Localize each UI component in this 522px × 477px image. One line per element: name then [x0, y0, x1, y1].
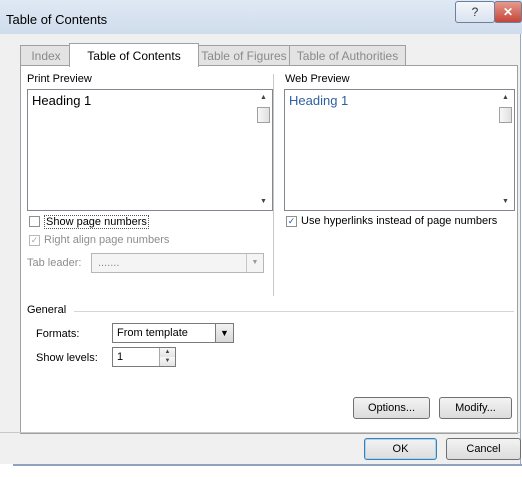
show-page-numbers-checkbox[interactable]: [29, 216, 40, 227]
spin-down-icon[interactable]: ▼: [159, 357, 175, 366]
column-divider: [273, 74, 274, 296]
help-icon: ?: [471, 5, 479, 19]
show-levels-spinner[interactable]: 1 ▲ ▼: [112, 347, 176, 367]
web-preview-label: Web Preview: [285, 73, 350, 85]
scroll-up-icon[interactable]: ▲: [260, 94, 267, 101]
use-hyperlinks-label[interactable]: Use hyperlinks instead of page numbers: [301, 215, 497, 227]
print-preview-heading: Heading 1: [32, 93, 92, 108]
spin-up-icon[interactable]: ▲: [159, 348, 175, 357]
scroll-up-icon[interactable]: ▲: [502, 94, 509, 101]
tab-leader-value: .......: [98, 257, 120, 269]
tab-table-of-figures[interactable]: Table of Figures: [197, 45, 291, 66]
window-title: Table of Contents: [6, 12, 108, 27]
scroll-thumb[interactable]: [499, 107, 512, 123]
footer-divider: [0, 432, 520, 433]
web-preview-heading[interactable]: Heading 1: [289, 93, 348, 108]
tab-table-of-authorities[interactable]: Table of Authorities: [289, 45, 406, 66]
general-section-label: General: [27, 304, 67, 316]
web-preview-box: Heading 1 ▲ ▼: [284, 89, 515, 211]
show-page-numbers-label[interactable]: Show page numbers: [44, 215, 149, 229]
title-bar: Table of Contents ? ✕: [0, 0, 522, 34]
cancel-button[interactable]: Cancel: [446, 438, 521, 460]
check-icon: ✓: [30, 235, 39, 245]
formats-label: Formats:: [36, 328, 80, 340]
tab-leader-label: Tab leader:: [27, 257, 82, 269]
help-button[interactable]: ?: [455, 1, 495, 23]
show-levels-value: 1: [117, 351, 124, 363]
options-button[interactable]: Options...: [353, 397, 430, 419]
check-icon: ✓: [287, 216, 296, 226]
right-align-label: Right align page numbers: [44, 234, 170, 246]
ok-button[interactable]: OK: [364, 438, 437, 460]
show-levels-label: Show levels:: [36, 352, 98, 364]
print-preview-box: Heading 1 ▲ ▼: [27, 89, 273, 211]
tab-table-of-contents[interactable]: Table of Contents: [69, 43, 199, 67]
web-preview-scrollbar[interactable]: ▲ ▼: [498, 90, 514, 210]
tab-index[interactable]: Index: [20, 45, 72, 66]
chevron-down-icon: ▼: [246, 254, 263, 272]
use-hyperlinks-checkbox[interactable]: ✓: [286, 216, 297, 227]
print-preview-label: Print Preview: [27, 73, 92, 85]
close-icon: ✕: [502, 5, 514, 19]
chevron-down-icon[interactable]: ▼: [215, 324, 233, 342]
close-button[interactable]: ✕: [494, 1, 522, 23]
scroll-down-icon[interactable]: ▼: [502, 198, 509, 205]
formats-select[interactable]: From template ▼: [112, 323, 234, 343]
tab-leader-select[interactable]: ....... ▼: [91, 253, 264, 273]
scroll-down-icon[interactable]: ▼: [260, 198, 267, 205]
formats-value: From template: [117, 327, 188, 339]
bottom-border: [13, 464, 522, 466]
general-divider: [74, 311, 514, 312]
scroll-thumb[interactable]: [257, 107, 270, 123]
print-preview-scrollbar[interactable]: ▲ ▼: [256, 90, 272, 210]
right-align-checkbox[interactable]: ✓: [29, 235, 40, 246]
modify-button[interactable]: Modify...: [439, 397, 512, 419]
